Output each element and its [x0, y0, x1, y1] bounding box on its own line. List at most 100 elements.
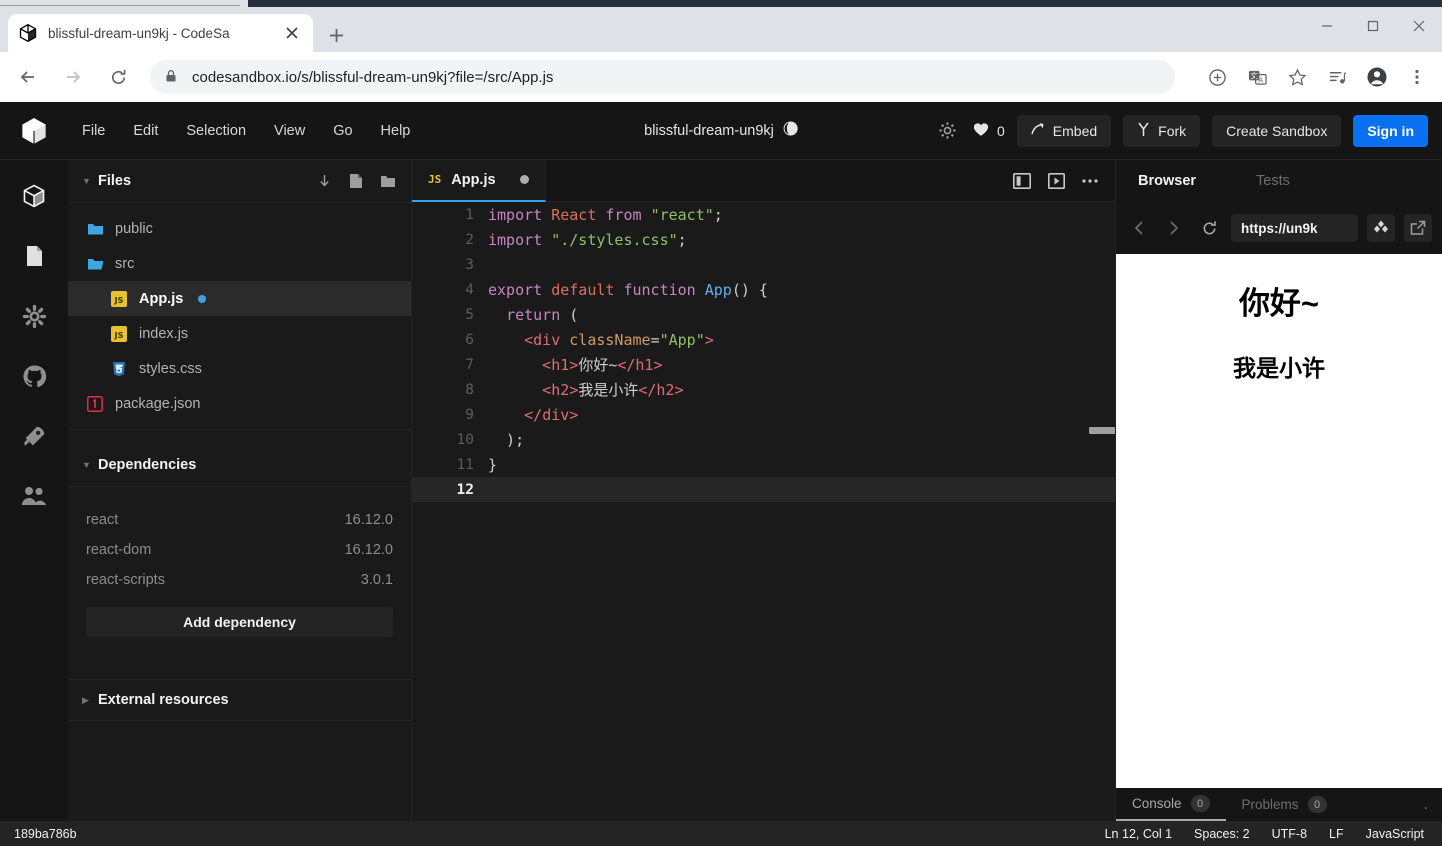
code-line[interactable]: 5 return ( [412, 302, 1115, 327]
likes-counter[interactable]: 0 [973, 122, 1005, 140]
chevron-down-icon[interactable]: ▼ [82, 460, 98, 470]
file-row-index-js[interactable]: JS index.js [68, 316, 411, 351]
console-more-icon[interactable]: . [1424, 796, 1442, 814]
chevron-down-icon[interactable]: ▼ [82, 176, 98, 186]
code-line[interactable]: 12 [412, 477, 1115, 502]
preview-heading-1: 你好~ [1238, 286, 1320, 321]
code-line[interactable]: 4 export default function App() { [412, 277, 1115, 302]
tab-close-icon[interactable] [281, 22, 303, 44]
sign-in-button[interactable]: Sign in [1353, 114, 1428, 147]
github-icon[interactable] [14, 356, 54, 396]
tab-browser[interactable]: Browser [1138, 173, 1196, 189]
browser-tab[interactable]: blissful-dream-un9kj - CodeSa [8, 14, 313, 52]
line-number: 8 [465, 381, 474, 398]
dependency-row[interactable]: react-dom 16.12.0 [86, 535, 393, 565]
menu-edit[interactable]: Edit [119, 117, 172, 145]
more-options-icon[interactable] [1079, 170, 1101, 192]
gear-icon[interactable] [935, 118, 961, 144]
dependency-name: react [86, 512, 119, 528]
bookmark-star-icon[interactable] [1280, 60, 1314, 94]
menu-go[interactable]: Go [319, 117, 366, 145]
embed-button[interactable]: Embed [1016, 114, 1112, 147]
tab-strip: blissful-dream-un9kj - CodeSa [0, 7, 1442, 52]
editor-tab-app-js[interactable]: JS App.js [412, 159, 546, 202]
file-row-public[interactable]: public [68, 211, 411, 246]
dependency-row[interactable]: react-scripts 3.0.1 [86, 565, 393, 595]
responsive-mode-icon[interactable] [1367, 214, 1395, 242]
files-panel-header[interactable]: ▼ Files [68, 160, 411, 202]
chevron-right-icon[interactable]: ▶ [82, 695, 98, 706]
file-document-icon[interactable] [14, 236, 54, 276]
unsaved-dot-icon[interactable] [519, 175, 529, 184]
fork-button[interactable]: Fork [1123, 114, 1201, 147]
file-row-app-js[interactable]: JS App.js [68, 281, 411, 316]
back-arrow-icon[interactable] [10, 59, 46, 95]
split-pane-icon[interactable] [1011, 170, 1033, 192]
external-resources-header[interactable]: ▶ External resources [68, 679, 411, 721]
files-icon[interactable] [14, 176, 54, 216]
code-editor[interactable]: 1 import React from "react"; 2 import "./st… [412, 202, 1115, 821]
gear-icon[interactable] [14, 296, 54, 336]
new-folder-icon[interactable] [379, 172, 397, 190]
menu-file[interactable]: File [68, 117, 119, 145]
language-mode[interactable]: JavaScript [1366, 827, 1424, 841]
encoding[interactable]: UTF-8 [1272, 827, 1307, 841]
menu-help[interactable]: Help [367, 117, 425, 145]
share-arrow-icon [1031, 122, 1045, 139]
maximize-icon[interactable] [1350, 7, 1396, 45]
dependency-row[interactable]: react 16.12.0 [86, 505, 393, 535]
tab-console[interactable]: Console 0 [1116, 788, 1226, 821]
line-number: 9 [465, 406, 474, 423]
download-icon[interactable] [315, 172, 333, 190]
create-sandbox-button[interactable]: Create Sandbox [1212, 114, 1342, 147]
reload-icon[interactable] [100, 59, 136, 95]
open-external-icon[interactable] [1404, 214, 1432, 242]
editor-scrollbar[interactable] [1089, 427, 1115, 434]
tab-tests[interactable]: Tests [1256, 173, 1290, 189]
new-file-icon[interactable] [347, 172, 365, 190]
code-line[interactable]: 1 import React from "react"; [412, 202, 1115, 227]
cursor-position[interactable]: Ln 12, Col 1 [1105, 827, 1172, 841]
translate-icon[interactable]: 文A [1240, 60, 1274, 94]
file-row-src[interactable]: src [68, 246, 411, 281]
preview-icon[interactable] [1045, 170, 1067, 192]
sandbox-title[interactable]: blissful-dream-un9kj [644, 123, 774, 139]
preview-iframe[interactable]: 你好~ 我是小许 [1116, 254, 1442, 788]
code-line[interactable]: 11} [412, 452, 1115, 477]
preview-reload-icon[interactable] [1196, 215, 1222, 241]
editor-tab-bar: JS App.js [412, 159, 1115, 202]
code-line[interactable]: 8 <h2>我是小许</h2> [412, 377, 1115, 402]
minimize-icon[interactable] [1304, 7, 1350, 45]
codesandbox-logo[interactable] [0, 116, 68, 146]
code-line[interactable]: 7 <h1>你好~</h1> [412, 352, 1115, 377]
file-row-package-json[interactable]: package.json [68, 386, 411, 421]
menu-selection[interactable]: Selection [172, 117, 260, 145]
rocket-deploy-icon[interactable] [14, 416, 54, 456]
tab-problems[interactable]: Problems 0 [1226, 788, 1343, 821]
preview-forward-icon[interactable] [1161, 215, 1187, 241]
address-bar[interactable]: codesandbox.io/s/blissful-dream-un9kj?fi… [150, 60, 1175, 94]
chrome-menu-icon[interactable] [1400, 60, 1434, 94]
reading-list-icon[interactable] [1320, 60, 1354, 94]
forward-arrow-icon[interactable] [55, 59, 91, 95]
code-line[interactable]: 3 [412, 252, 1115, 277]
code-line[interactable]: 10 ); [412, 427, 1115, 452]
code-line[interactable]: 9 </div> [412, 402, 1115, 427]
code-line[interactable]: 6 <div className="App"> [412, 327, 1115, 352]
live-people-icon[interactable] [14, 476, 54, 516]
menu-view[interactable]: View [260, 117, 319, 145]
dependency-name: react-dom [86, 542, 152, 558]
indentation[interactable]: Spaces: 2 [1194, 827, 1250, 841]
code-line[interactable]: 2 import "./styles.css"; [412, 227, 1115, 252]
close-icon[interactable] [1396, 7, 1442, 45]
preview-url-bar[interactable]: https://un9k [1231, 214, 1358, 242]
dependencies-panel-header[interactable]: ▼ Dependencies [68, 444, 411, 486]
profile-avatar-icon[interactable] [1360, 60, 1394, 94]
line-ending[interactable]: LF [1329, 827, 1344, 841]
commit-hash: 189ba786b [14, 826, 77, 841]
install-app-icon[interactable] [1200, 60, 1234, 94]
new-tab-button[interactable] [322, 21, 350, 49]
preview-back-icon[interactable] [1126, 215, 1152, 241]
add-dependency-button[interactable]: Add dependency [86, 607, 393, 637]
file-row-styles-css[interactable]: styles.css [68, 351, 411, 386]
